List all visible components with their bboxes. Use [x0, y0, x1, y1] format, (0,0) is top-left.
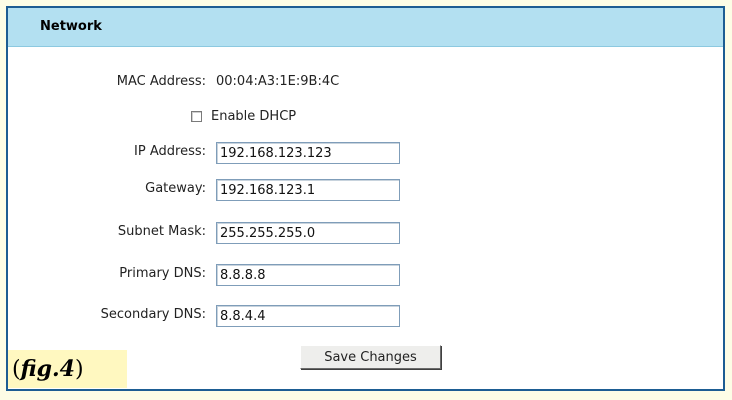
secondary-dns-input[interactable] — [216, 305, 400, 327]
panel-header: Network — [8, 8, 723, 47]
figure-caption: (fig.4) — [8, 350, 127, 388]
panel-title: Network — [40, 19, 102, 34]
caption-open-paren: ( — [12, 357, 21, 382]
enable-dhcp-row[interactable]: Enable DHCP — [191, 109, 296, 124]
mac-address-value: 00:04:A3:1E:9B:4C — [216, 74, 340, 89]
network-panel: Network MAC Address: 00:04:A3:1E:9B:4C E… — [6, 6, 725, 391]
save-changes-button[interactable]: Save Changes — [300, 345, 441, 369]
ip-address-label: IP Address: — [134, 144, 206, 159]
ip-address-input[interactable] — [216, 142, 400, 164]
gateway-input[interactable] — [216, 179, 400, 201]
primary-dns-label: Primary DNS: — [119, 266, 206, 281]
caption-text: fig.4 — [20, 356, 75, 382]
subnet-mask-label: Subnet Mask: — [117, 224, 206, 239]
gateway-label: Gateway: — [145, 181, 206, 196]
subnet-mask-input[interactable] — [216, 222, 400, 244]
primary-dns-input[interactable] — [216, 264, 400, 286]
caption-close-paren: ) — [74, 357, 84, 382]
enable-dhcp-label[interactable]: Enable DHCP — [211, 109, 296, 124]
secondary-dns-label: Secondary DNS: — [100, 307, 206, 322]
mac-address-label: MAC Address: — [116, 74, 206, 89]
enable-dhcp-checkbox[interactable] — [191, 111, 202, 122]
